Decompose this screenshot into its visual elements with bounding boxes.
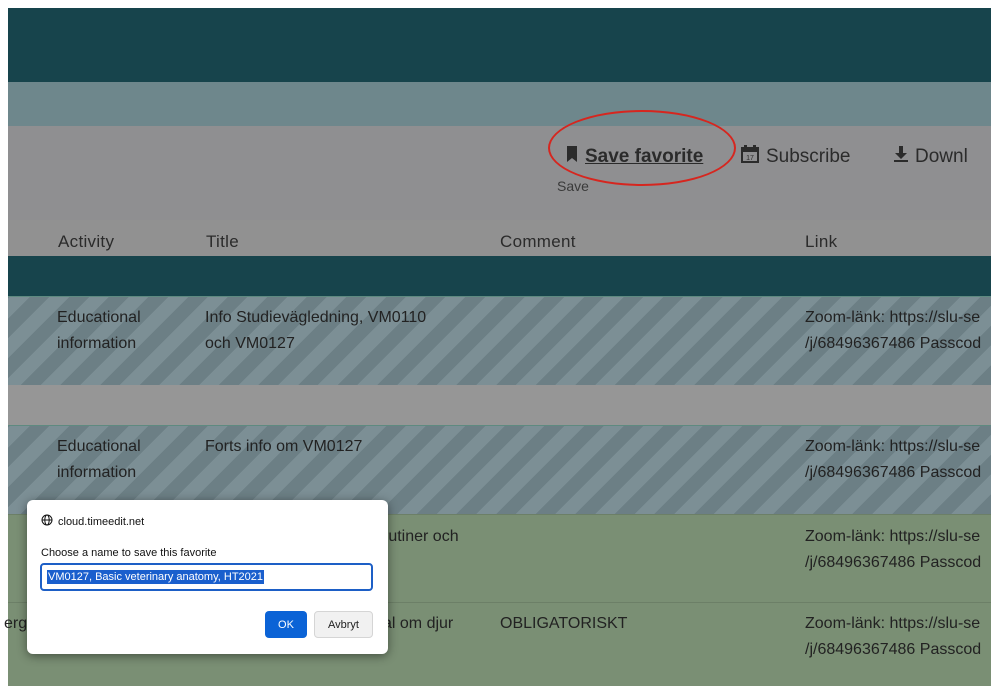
calendar-icon: 17	[740, 144, 760, 170]
row4-link-line2[interactable]: /j/68496367486 Passcod	[805, 637, 981, 663]
dialog-origin-label: cloud.timeedit.net	[58, 515, 145, 528]
globe-icon	[41, 514, 53, 529]
row1-title-line2: och VM0127	[205, 335, 295, 352]
dialog-origin: cloud.timeedit.net	[41, 514, 144, 529]
cancel-button[interactable]: Avbryt	[314, 611, 373, 638]
row1-title-line1: Info Studievägledning, VM0110	[205, 309, 427, 326]
save-tooltip: Save	[557, 178, 589, 194]
column-header-link[interactable]: Link	[805, 232, 837, 252]
row1-activity-line1: Educational	[57, 309, 141, 326]
row3-link-line2[interactable]: /j/68496367486 Passcod	[805, 550, 981, 576]
row2-title-line1: Forts info om VM0127	[205, 438, 363, 455]
red-highlight-ellipse	[548, 110, 736, 186]
row4-link-line1[interactable]: Zoom-länk: https://slu-se	[805, 611, 980, 637]
column-header-title[interactable]: Title	[206, 232, 239, 252]
column-header-comment[interactable]: Comment	[500, 232, 576, 252]
download-button[interactable]: Downl	[893, 144, 968, 170]
row3-link-line1[interactable]: Zoom-länk: https://slu-se	[805, 524, 980, 550]
row2-activity-line2: information	[57, 464, 137, 481]
row1-link-line2[interactable]: /j/68496367486 Passcod	[805, 331, 981, 357]
row4-title-line1: al om djur	[383, 615, 454, 632]
row1-link-line1[interactable]: Zoom-länk: https://slu-se	[805, 305, 980, 331]
row2-activity-line1: Educational	[57, 438, 141, 455]
favorite-name-input[interactable]: VM0127, Basic veterinary anatomy, HT2021	[40, 563, 373, 591]
svg-text:17: 17	[746, 155, 754, 162]
row4-comment: OBLIGATORISKT	[500, 615, 628, 632]
save-favorite-prompt-dialog: cloud.timeedit.net Choose a name to save…	[27, 500, 388, 654]
toolbar	[8, 126, 991, 220]
row3-title-line1: rutiner och	[383, 528, 459, 545]
top-header-bar	[8, 8, 991, 82]
group-header-band	[8, 385, 991, 425]
row2-link-line1[interactable]: Zoom-länk: https://slu-se	[805, 434, 980, 460]
ok-button[interactable]: OK	[265, 611, 307, 638]
subscribe-label: Subscribe	[766, 146, 851, 167]
row4-activity-line1: erg	[4, 615, 28, 632]
subscribe-button[interactable]: 17 Subscribe	[740, 144, 851, 170]
download-icon	[893, 145, 909, 169]
row2-link-line2[interactable]: /j/68496367486 Passcod	[805, 460, 981, 486]
group-header-band	[8, 256, 991, 296]
dialog-message: Choose a name to save this favorite	[41, 547, 217, 559]
favorite-name-value[interactable]: VM0127, Basic veterinary anatomy, HT2021	[47, 570, 265, 584]
row1-activity-line2: information	[57, 335, 137, 352]
column-header-activity[interactable]: Activity	[58, 232, 114, 252]
sub-header-bar	[8, 82, 991, 126]
download-label: Downl	[915, 146, 968, 167]
